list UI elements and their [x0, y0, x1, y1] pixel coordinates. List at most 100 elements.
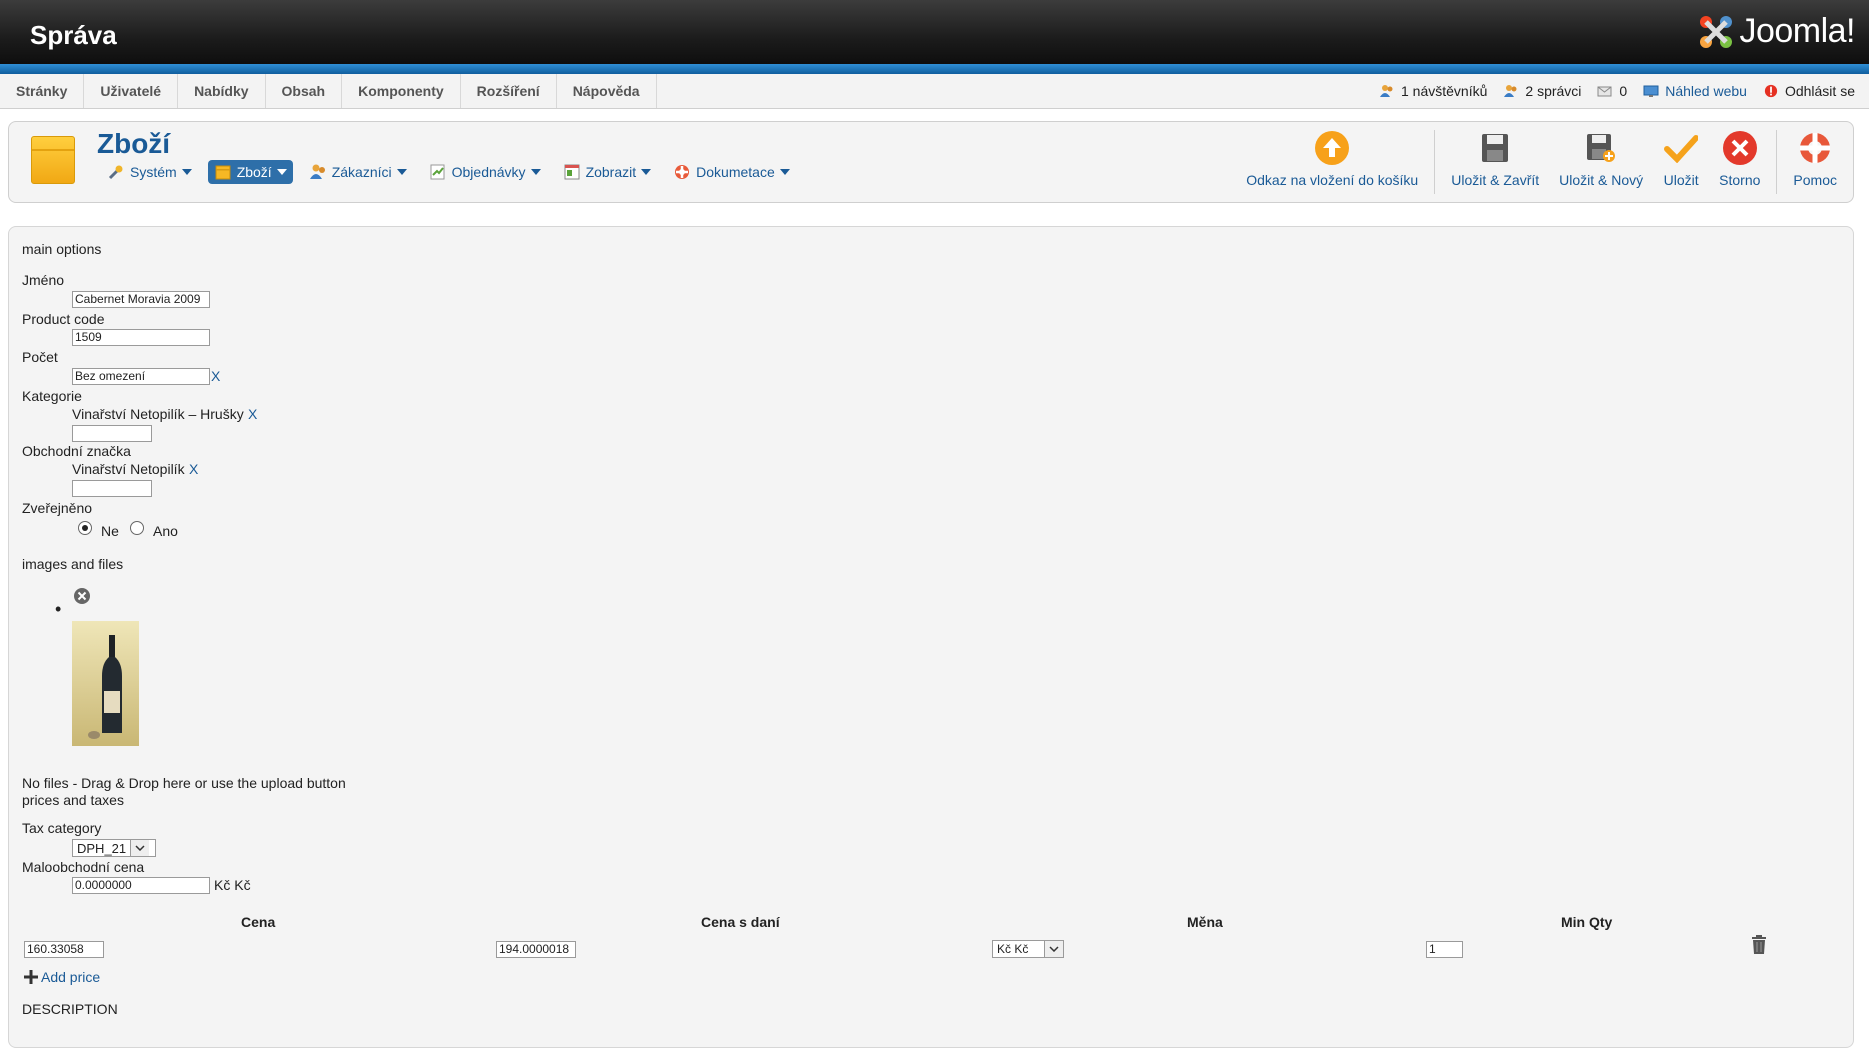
lifebuoy-icon	[1800, 133, 1831, 163]
save-new-button[interactable]: Uložit & Nový	[1549, 130, 1653, 188]
category-value: Vinařství Netopilík – Hrušky	[72, 406, 244, 422]
save-close-button[interactable]: Uložit & Zavřít	[1441, 130, 1549, 188]
chevron-down-icon	[641, 169, 652, 175]
chevron-down-icon	[130, 840, 150, 856]
toolbar-separator	[1434, 130, 1436, 194]
remove-image-icon[interactable]	[73, 587, 91, 605]
box-icon	[215, 165, 231, 180]
status-admins: 2 správci	[1503, 83, 1581, 99]
status-logout[interactable]: Odhlásit se	[1763, 83, 1855, 99]
page-title: Zboží	[97, 128, 171, 159]
status-visitors: 1 návštěvníků	[1379, 83, 1487, 99]
submenu-system[interactable]: Systém	[101, 160, 198, 184]
chevron-down-icon	[181, 169, 192, 175]
currency-select[interactable]: Kč Kč	[992, 940, 1064, 958]
action-buttons: Odkaz na vložení do košíku Uložit & Zavř…	[1236, 130, 1847, 194]
published-yes-radio[interactable]	[130, 521, 144, 535]
col-price-tax-header: Cena s daní	[701, 914, 780, 930]
floppy-icon	[1482, 134, 1509, 162]
count-input[interactable]: Bez omezení	[72, 368, 210, 385]
plus-icon	[24, 970, 38, 984]
joomla-logo[interactable]: Joomla!	[1697, 12, 1855, 51]
published-yes-label: Ano	[153, 523, 178, 539]
no-files-dropzone[interactable]: No files - Drag & Drop here or use the u…	[22, 775, 346, 791]
checkmark-icon	[1664, 135, 1699, 163]
component-toolbar: Zboží Systém Zboží Zákazníci Objednávky …	[8, 121, 1854, 203]
price-tax-input[interactable]: 194.0000018	[496, 941, 576, 958]
cart-link-button[interactable]: Odkaz na vložení do košíku	[1236, 130, 1428, 188]
component-submenu: Systém Zboží Zákazníci Objednávky Zobraz…	[101, 160, 796, 184]
menu-help[interactable]: Nápověda	[557, 74, 657, 108]
save-button[interactable]: Uložit	[1653, 130, 1709, 188]
main-menubar: Stránky Uživatelé Nabídky Obsah Komponen…	[0, 74, 1869, 109]
status-messages: 0	[1597, 83, 1627, 99]
retail-price-input[interactable]: 0.0000000	[72, 877, 210, 894]
orders-icon	[430, 164, 445, 180]
submenu-display[interactable]: Zobrazit	[557, 160, 658, 184]
status-preview[interactable]: Náhled webu	[1643, 83, 1747, 99]
admin-title: Správa	[30, 20, 117, 50]
category-remove-link[interactable]: X	[248, 406, 257, 422]
menu-users[interactable]: Uživatelé	[84, 74, 179, 108]
chevron-down-icon	[1044, 941, 1063, 957]
count-label: Počet	[22, 349, 58, 365]
published-no-radio[interactable]	[78, 521, 92, 535]
tax-category-select[interactable]: DPH_21	[72, 839, 156, 857]
product-code-input[interactable]: 1509	[72, 329, 210, 346]
chevron-down-icon	[276, 169, 287, 175]
name-label: Jméno	[22, 272, 65, 288]
menu-extensions[interactable]: Rozšíření	[461, 74, 557, 108]
joomla-logo-icon	[1700, 15, 1733, 48]
menu-components[interactable]: Komponenty	[342, 74, 461, 108]
description-heading: DESCRIPTION	[22, 1001, 118, 1017]
admins-icon	[1504, 85, 1517, 97]
images-files-heading: images and files	[22, 556, 124, 572]
display-icon	[564, 164, 580, 180]
status-bar: 1 návštěvníků 2 správci 0 Náhled webu Od…	[1379, 74, 1855, 108]
users-icon	[309, 164, 325, 179]
price-input[interactable]: 160.33058	[24, 941, 104, 958]
submenu-orders[interactable]: Objednávky	[423, 160, 547, 184]
col-currency-header: Měna	[1187, 914, 1223, 930]
menu-content[interactable]: Obsah	[266, 74, 343, 108]
submenu-docs[interactable]: Dokumetace	[667, 160, 796, 184]
messages-icon	[1597, 86, 1612, 97]
published-no-label: Ne	[101, 523, 119, 539]
main-options-heading: main options	[22, 241, 102, 257]
monitor-icon	[1643, 85, 1659, 97]
logout-icon	[1764, 84, 1778, 98]
category-label: Kategorie	[22, 388, 82, 404]
product-image	[72, 621, 139, 746]
add-price-button[interactable]: Add price	[23, 969, 100, 985]
image-list-bullet: •	[55, 599, 62, 619]
menu-menus[interactable]: Nabídky	[178, 74, 266, 108]
retail-currency: Kč Kč	[214, 877, 251, 893]
preview-link[interactable]: Náhled webu	[1665, 83, 1747, 99]
brand-input[interactable]	[72, 480, 152, 497]
toolbar-separator	[1776, 130, 1778, 194]
menu-pages[interactable]: Stránky	[0, 74, 85, 108]
submenu-products[interactable]: Zboží	[207, 160, 293, 184]
upload-arrow-icon	[1315, 131, 1350, 165]
name-input[interactable]: Cabernet Moravia 2009	[72, 291, 210, 308]
wrench-icon	[108, 165, 123, 180]
help-button[interactable]: Pomoc	[1783, 130, 1847, 188]
brand-remove-link[interactable]: X	[189, 461, 198, 477]
admin-header: Správa Joomla!	[0, 0, 1869, 64]
logout-link[interactable]: Odhlásit se	[1785, 83, 1855, 99]
count-clear-link[interactable]: X	[211, 368, 220, 384]
category-input[interactable]	[72, 425, 152, 442]
col-price-header: Cena	[241, 914, 276, 930]
submenu-customers[interactable]: Zákazníci	[303, 160, 413, 184]
tax-category-label: Tax category	[22, 820, 102, 836]
min-qty-input[interactable]: 1	[1426, 941, 1463, 958]
retail-price-label: Maloobchodní cena	[22, 859, 145, 875]
chevron-down-icon	[530, 169, 541, 175]
visitors-icon	[1380, 85, 1393, 97]
trash-icon[interactable]	[1751, 935, 1767, 955]
col-min-qty-header: Min Qty	[1561, 914, 1613, 930]
brand-label: Obchodní značka	[22, 443, 131, 459]
prices-taxes-heading: prices and taxes	[22, 792, 124, 808]
published-label: Zveřejněno	[22, 500, 93, 516]
cancel-button[interactable]: Storno	[1709, 130, 1770, 188]
